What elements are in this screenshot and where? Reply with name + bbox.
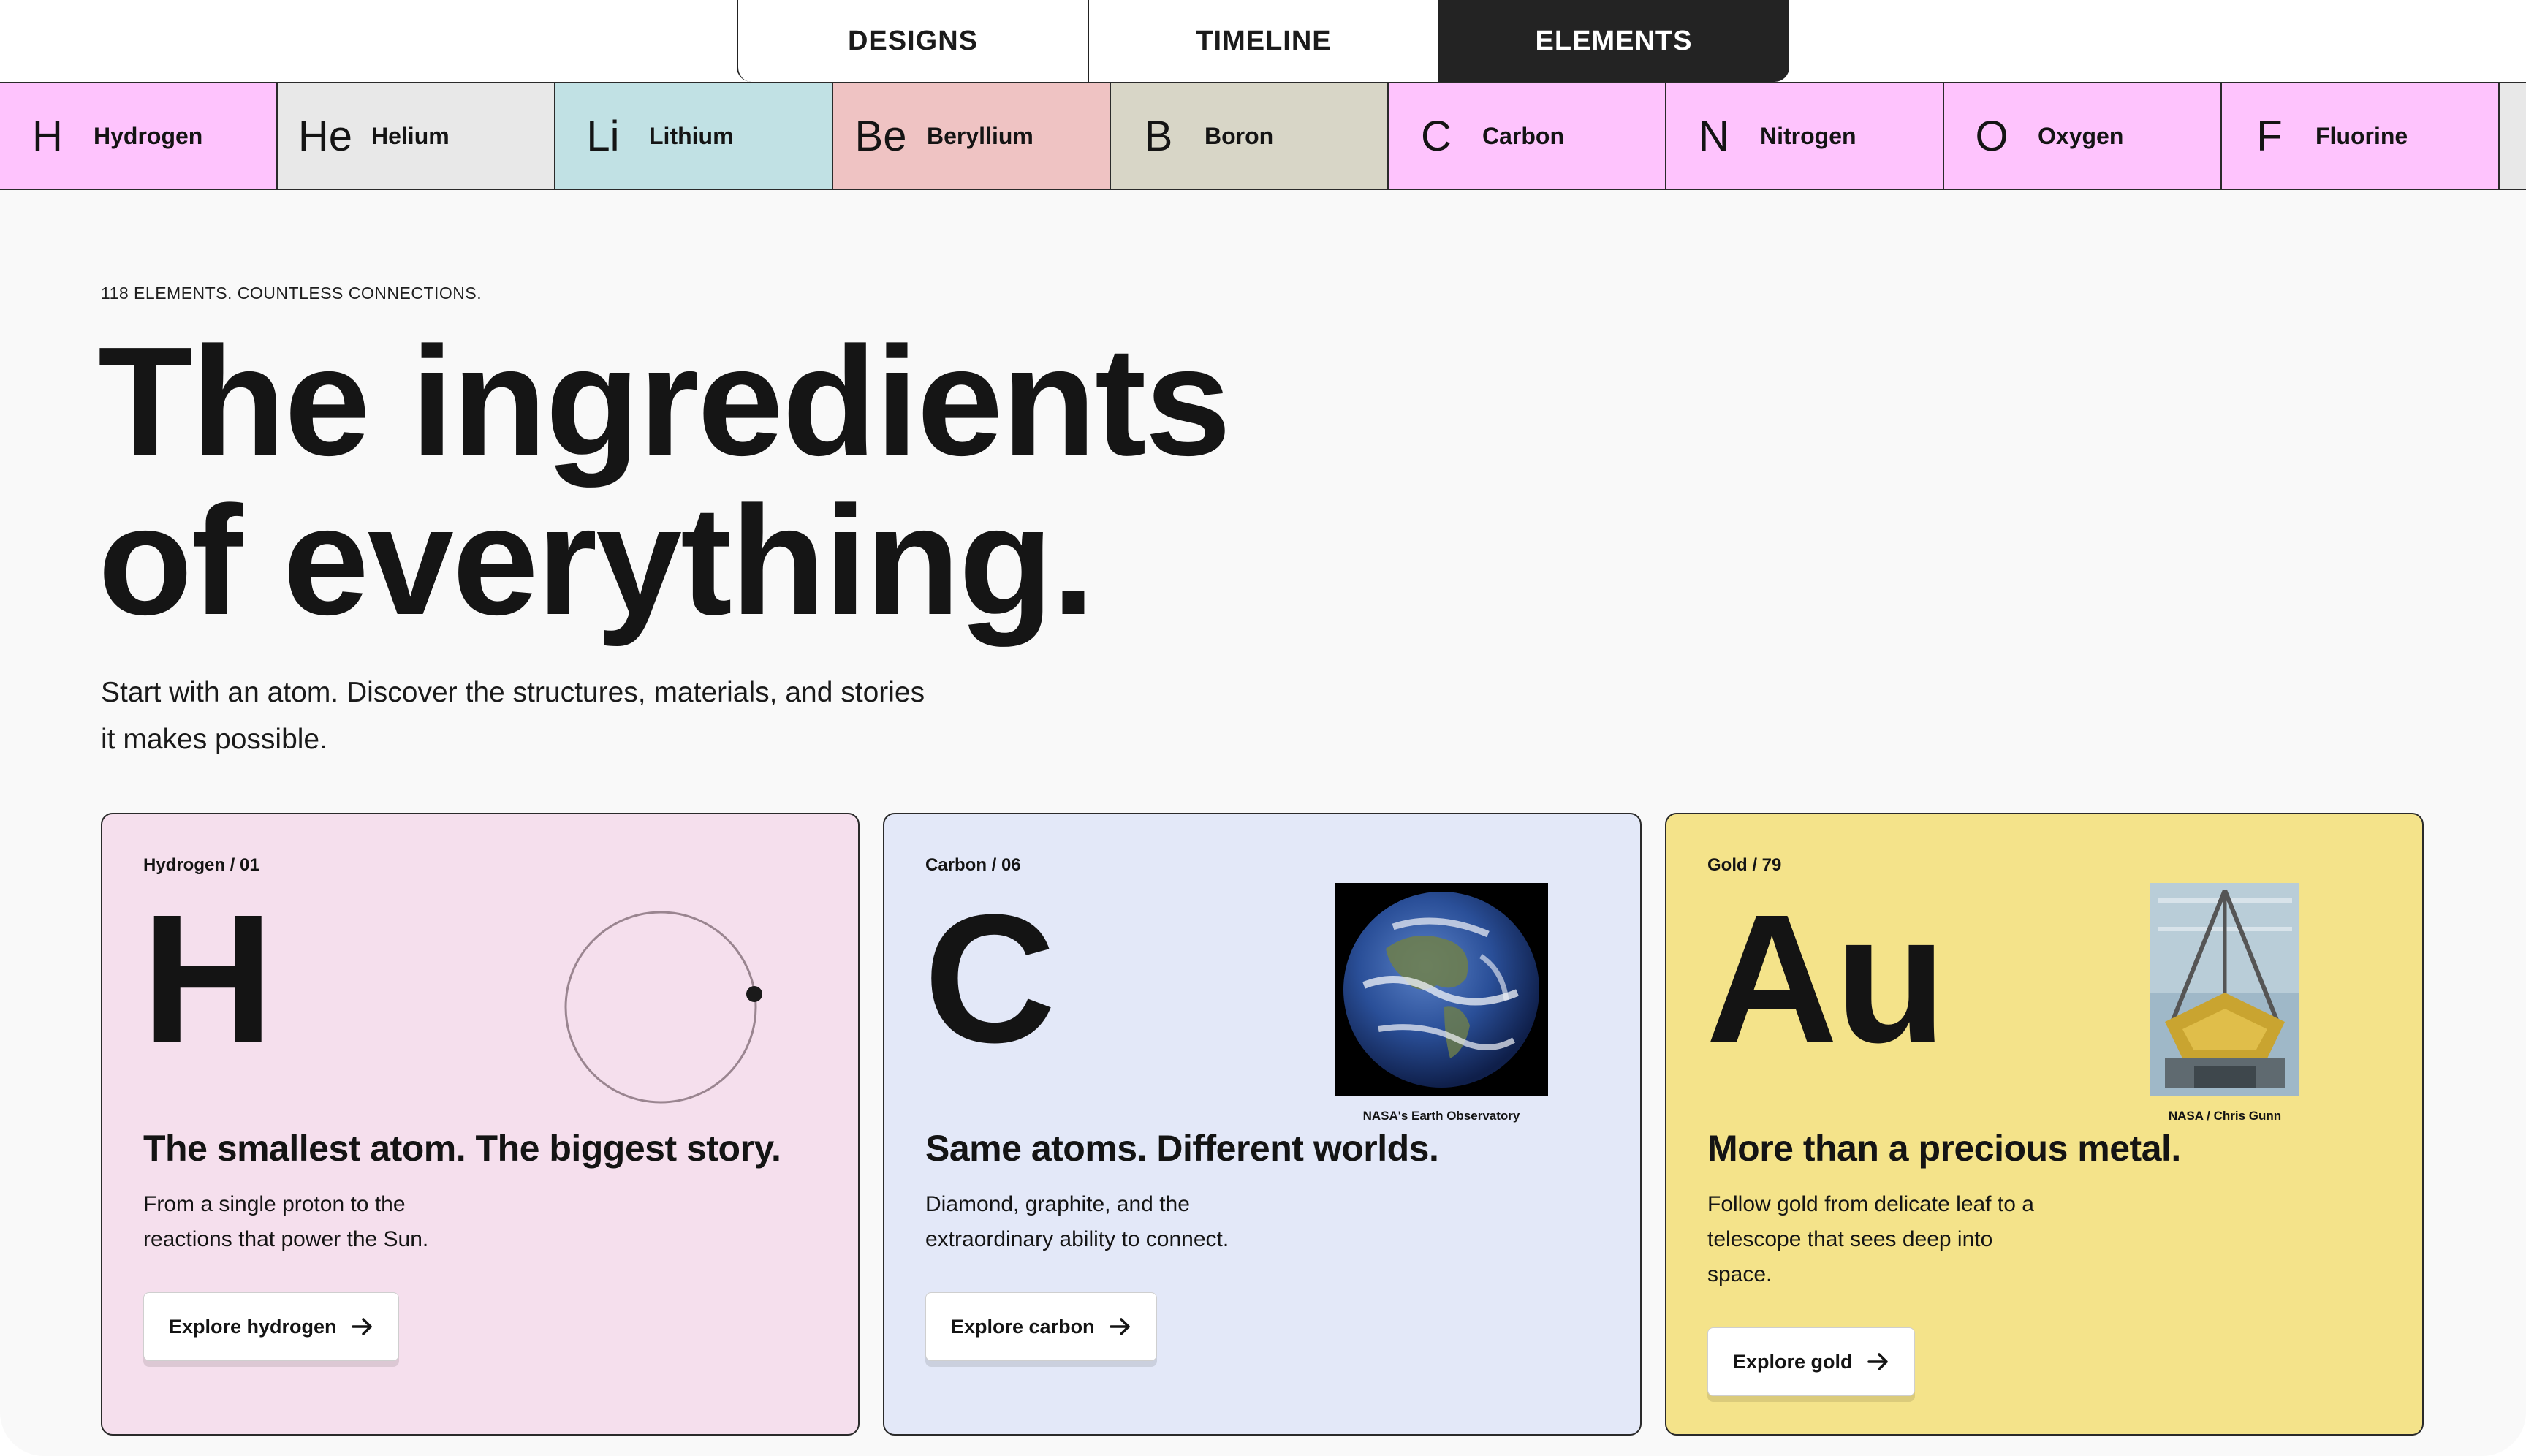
element-name: Hydrogen [94, 122, 203, 149]
section-tabs: DESIGNS TIMELINE ELEMENTS [737, 0, 1789, 82]
element-name: Fluorine [2316, 122, 2408, 149]
tab-designs[interactable]: DESIGNS [737, 0, 1088, 82]
element-symbol: Li [586, 112, 620, 160]
telescope-photo: NASA / Chris Gunn [2150, 883, 2299, 1123]
orbit-ring [564, 911, 757, 1104]
element-tile-hydrogen[interactable]: H Hydrogen [0, 83, 278, 189]
card-title: Same atoms. Different worlds. [925, 1128, 1439, 1169]
element-symbol: F [2256, 112, 2283, 160]
atom-orbit-icon [564, 911, 762, 1104]
hero-title-line-2: of everything. [98, 474, 1095, 647]
eyebrow-text: 118 ELEMENTS. COUNTLESS CONNECTIONS. [101, 284, 482, 303]
hero-title-line-1: The ingredients [98, 314, 1231, 488]
element-name: Carbon [1482, 122, 1564, 149]
arrow-right-icon [1867, 1352, 1889, 1371]
element-strip: H Hydrogen He Helium Li Lithium Be Beryl… [0, 82, 2526, 190]
earth-photo: NASA's Earth Observatory [1335, 883, 1548, 1123]
element-name: Nitrogen [1760, 122, 1856, 149]
card-gold: Gold / 79 Au NASA / Chris Gunn More than… [1665, 813, 2424, 1436]
card-symbol: H [142, 876, 274, 1080]
explore-carbon-button[interactable]: Explore carbon [925, 1292, 1157, 1361]
element-tile-oxygen[interactable]: O Oxygen [1944, 83, 2222, 189]
element-tile-lithium[interactable]: Li Lithium [555, 83, 833, 189]
element-name: Helium [371, 122, 450, 149]
card-title: The smallest atom. The biggest story. [143, 1128, 781, 1169]
element-tile-next[interactable] [2500, 83, 2526, 189]
card-hydrogen: Hydrogen / 01 H The smallest atom. The b… [101, 813, 860, 1436]
element-name: Oxygen [2038, 122, 2124, 149]
element-symbol: H [32, 112, 63, 160]
card-description: From a single proton to the reactions th… [143, 1192, 429, 1251]
card-title: More than a precious metal. [1707, 1128, 2181, 1169]
card-carbon: Carbon / 06 C NASA's Earth Observatory S… [883, 813, 1642, 1436]
card-symbol: C [924, 876, 1056, 1080]
arrow-right-icon [351, 1317, 373, 1336]
button-label: Explore gold [1733, 1350, 1853, 1373]
explore-hydrogen-button[interactable]: Explore hydrogen [143, 1292, 399, 1361]
element-tile-helium[interactable]: He Helium [278, 83, 555, 189]
hero-intro: Start with an atom. Discover the structu… [101, 677, 925, 755]
element-symbol: B [1144, 112, 1173, 160]
element-symbol: C [1421, 112, 1452, 160]
element-symbol: He [297, 112, 353, 160]
tab-timeline[interactable]: TIMELINE [1088, 0, 1438, 82]
element-tile-carbon[interactable]: C Carbon [1389, 83, 1666, 189]
element-tile-fluorine[interactable]: F Fluorine [2222, 83, 2500, 189]
tab-elements[interactable]: ELEMENTS [1438, 0, 1789, 82]
card-label: Hydrogen / 01 [143, 855, 259, 875]
element-symbol: N [1699, 112, 1729, 160]
explore-gold-button[interactable]: Explore gold [1707, 1327, 1915, 1396]
button-label: Explore carbon [951, 1315, 1095, 1338]
card-symbol: Au [1706, 876, 1946, 1080]
photo-credit: NASA / Chris Gunn [2168, 1109, 2282, 1123]
main-content: 118 ELEMENTS. COUNTLESS CONNECTIONS. The… [0, 190, 2526, 1456]
hero-title: The ingredients of everything. [98, 322, 1231, 640]
photo-credit: NASA's Earth Observatory [1362, 1109, 1520, 1123]
arrow-right-icon [1109, 1317, 1131, 1336]
element-symbol: Be [854, 112, 907, 160]
card-description: Diamond, graphite, and the extraordinary… [925, 1192, 1229, 1251]
element-name: Lithium [649, 122, 734, 149]
button-label: Explore hydrogen [169, 1315, 337, 1338]
card-description: Follow gold from delicate leaf to a tele… [1707, 1192, 2034, 1286]
element-name: Boron [1205, 122, 1274, 149]
card-label: Gold / 79 [1707, 855, 1782, 875]
element-tile-nitrogen[interactable]: N Nitrogen [1666, 83, 1944, 189]
telescope-image [2150, 883, 2299, 1096]
card-label: Carbon / 06 [925, 855, 1021, 875]
element-tile-boron[interactable]: B Boron [1111, 83, 1389, 189]
element-symbol: O [1975, 112, 2009, 160]
electron-dot [746, 986, 762, 1002]
element-tile-beryllium[interactable]: Be Beryllium [833, 83, 1111, 189]
earth-image [1335, 883, 1548, 1096]
element-name: Beryllium [927, 122, 1033, 149]
